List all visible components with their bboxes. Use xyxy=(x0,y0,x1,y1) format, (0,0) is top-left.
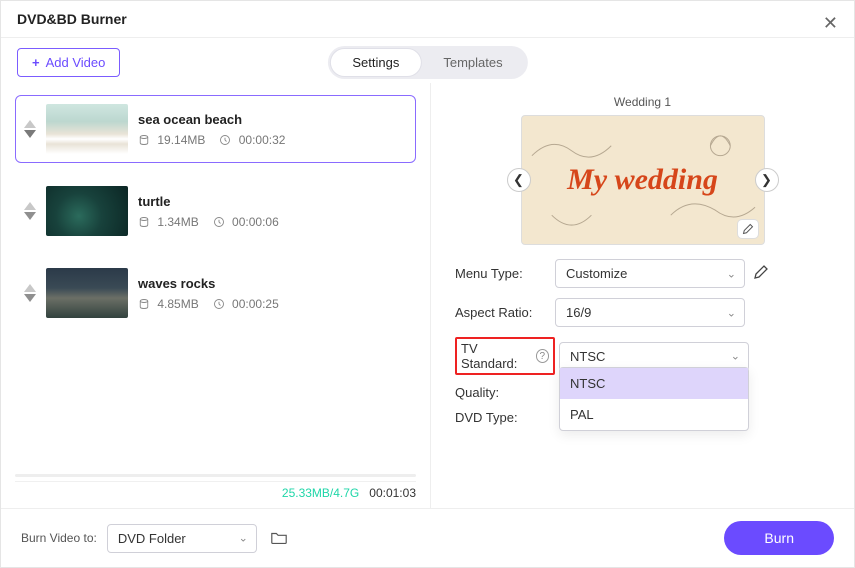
move-down-icon[interactable] xyxy=(24,212,36,220)
file-size: 1.34MB xyxy=(138,215,199,229)
reorder-controls xyxy=(24,120,36,138)
storage-icon xyxy=(138,216,150,228)
chevron-down-icon: ⌄ xyxy=(731,350,740,363)
menu-type-label: Menu Type: xyxy=(455,266,555,281)
storage-icon xyxy=(138,134,150,146)
reorder-controls xyxy=(24,284,36,302)
list-item[interactable]: waves rocks 4.85MB 00:00:25 xyxy=(15,259,416,327)
pencil-icon xyxy=(742,223,754,235)
menu-type-select[interactable]: Customize ⌄ xyxy=(555,259,745,288)
settings-panel: Wedding 1 ❮ My wedding ❯ Menu Type: xyxy=(431,83,854,508)
video-meta: sea ocean beach 19.14MB 00:00:32 xyxy=(138,112,285,147)
template-preview: My wedding xyxy=(521,115,765,245)
move-down-icon[interactable] xyxy=(24,130,36,138)
list-item[interactable]: turtle 1.34MB 00:00:06 xyxy=(15,177,416,245)
row-menu-type: Menu Type: Customize ⌄ xyxy=(455,259,830,288)
plus-icon: + xyxy=(32,55,40,70)
app-window: DVD&BD Burner ✕ + Add Video Settings Tem… xyxy=(0,0,855,568)
move-up-icon[interactable] xyxy=(24,202,36,210)
template-caption: My wedding xyxy=(567,163,718,197)
template-preview-area: ❮ My wedding ❯ xyxy=(455,115,830,245)
file-size: 4.85MB xyxy=(138,297,199,311)
edit-template-button[interactable] xyxy=(738,220,758,238)
clock-icon xyxy=(213,298,225,310)
burn-button[interactable]: Burn xyxy=(724,521,834,555)
aspect-ratio-label: Aspect Ratio: xyxy=(455,305,555,320)
window-title: DVD&BD Burner xyxy=(17,11,127,27)
dvd-type-label: DVD Type: xyxy=(455,410,555,425)
burn-to-label: Burn Video to: xyxy=(21,531,97,545)
footer-bar: Burn Video to: DVD Folder ⌄ Burn xyxy=(1,508,854,567)
total-runtime: 00:01:03 xyxy=(369,486,416,500)
title-bar: DVD&BD Burner ✕ xyxy=(1,1,854,38)
video-title: waves rocks xyxy=(138,276,279,291)
duration: 00:00:06 xyxy=(213,215,279,229)
chevron-down-icon: ⌄ xyxy=(239,532,248,545)
help-icon[interactable]: ? xyxy=(536,349,549,363)
edit-menu-button[interactable] xyxy=(753,264,769,283)
file-size: 19.14MB xyxy=(138,133,205,147)
video-title: sea ocean beach xyxy=(138,112,285,127)
main-area: sea ocean beach 19.14MB 00:00:32 xyxy=(1,83,854,508)
dropdown-option-pal[interactable]: PAL xyxy=(560,399,748,430)
toolbar: + Add Video Settings Templates xyxy=(1,38,854,83)
burn-target-select[interactable]: DVD Folder ⌄ xyxy=(107,524,257,553)
tv-standard-dropdown: NTSC PAL xyxy=(559,367,749,431)
template-name: Wedding 1 xyxy=(455,95,830,109)
video-stats: 4.85MB 00:00:25 xyxy=(138,297,279,311)
video-title: turtle xyxy=(138,194,279,209)
close-icon[interactable]: ✕ xyxy=(823,13,838,34)
tab-templates[interactable]: Templates xyxy=(421,49,524,76)
prev-template-button[interactable]: ❮ xyxy=(507,168,531,192)
view-tabs: Settings Templates xyxy=(327,46,527,79)
total-size: 25.33MB/4.7G xyxy=(282,486,359,500)
video-stats: 19.14MB 00:00:32 xyxy=(138,133,285,147)
video-list: sea ocean beach 19.14MB 00:00:32 xyxy=(15,95,416,470)
duration: 00:00:32 xyxy=(219,133,285,147)
chevron-down-icon: ⌄ xyxy=(727,267,736,280)
tab-settings[interactable]: Settings xyxy=(330,49,421,76)
clock-icon xyxy=(219,134,231,146)
video-thumbnail xyxy=(46,268,128,318)
list-item[interactable]: sea ocean beach 19.14MB 00:00:32 xyxy=(15,95,416,163)
storage-icon xyxy=(138,298,150,310)
chevron-down-icon: ⌄ xyxy=(727,306,736,319)
add-video-label: Add Video xyxy=(46,55,106,70)
pencil-icon xyxy=(753,264,769,280)
video-meta: waves rocks 4.85MB 00:00:25 xyxy=(138,276,279,311)
move-up-icon[interactable] xyxy=(24,120,36,128)
browse-folder-button[interactable] xyxy=(267,527,291,549)
video-stats: 1.34MB 00:00:06 xyxy=(138,215,279,229)
move-down-icon[interactable] xyxy=(24,294,36,302)
folder-icon xyxy=(270,530,288,546)
video-thumbnail xyxy=(46,186,128,236)
duration: 00:00:25 xyxy=(213,297,279,311)
disc-usage: 25.33MB/4.7G 00:01:03 xyxy=(15,470,416,500)
video-list-panel: sea ocean beach 19.14MB 00:00:32 xyxy=(1,83,431,508)
video-meta: turtle 1.34MB 00:00:06 xyxy=(138,194,279,229)
next-template-button[interactable]: ❯ xyxy=(755,168,779,192)
clock-icon xyxy=(213,216,225,228)
progress-track xyxy=(15,474,416,477)
move-up-icon[interactable] xyxy=(24,284,36,292)
reorder-controls xyxy=(24,202,36,220)
add-video-button[interactable]: + Add Video xyxy=(17,48,120,77)
quality-label: Quality: xyxy=(455,385,555,400)
row-tv-standard: TV Standard: ? NTSC ⌄ NTSC PAL xyxy=(455,337,830,375)
aspect-ratio-select[interactable]: 16/9 ⌄ xyxy=(555,298,745,327)
dropdown-option-ntsc[interactable]: NTSC xyxy=(560,368,748,399)
row-aspect-ratio: Aspect Ratio: 16/9 ⌄ xyxy=(455,298,830,327)
tv-standard-label: TV Standard: ? xyxy=(455,337,555,375)
video-thumbnail xyxy=(46,104,128,154)
